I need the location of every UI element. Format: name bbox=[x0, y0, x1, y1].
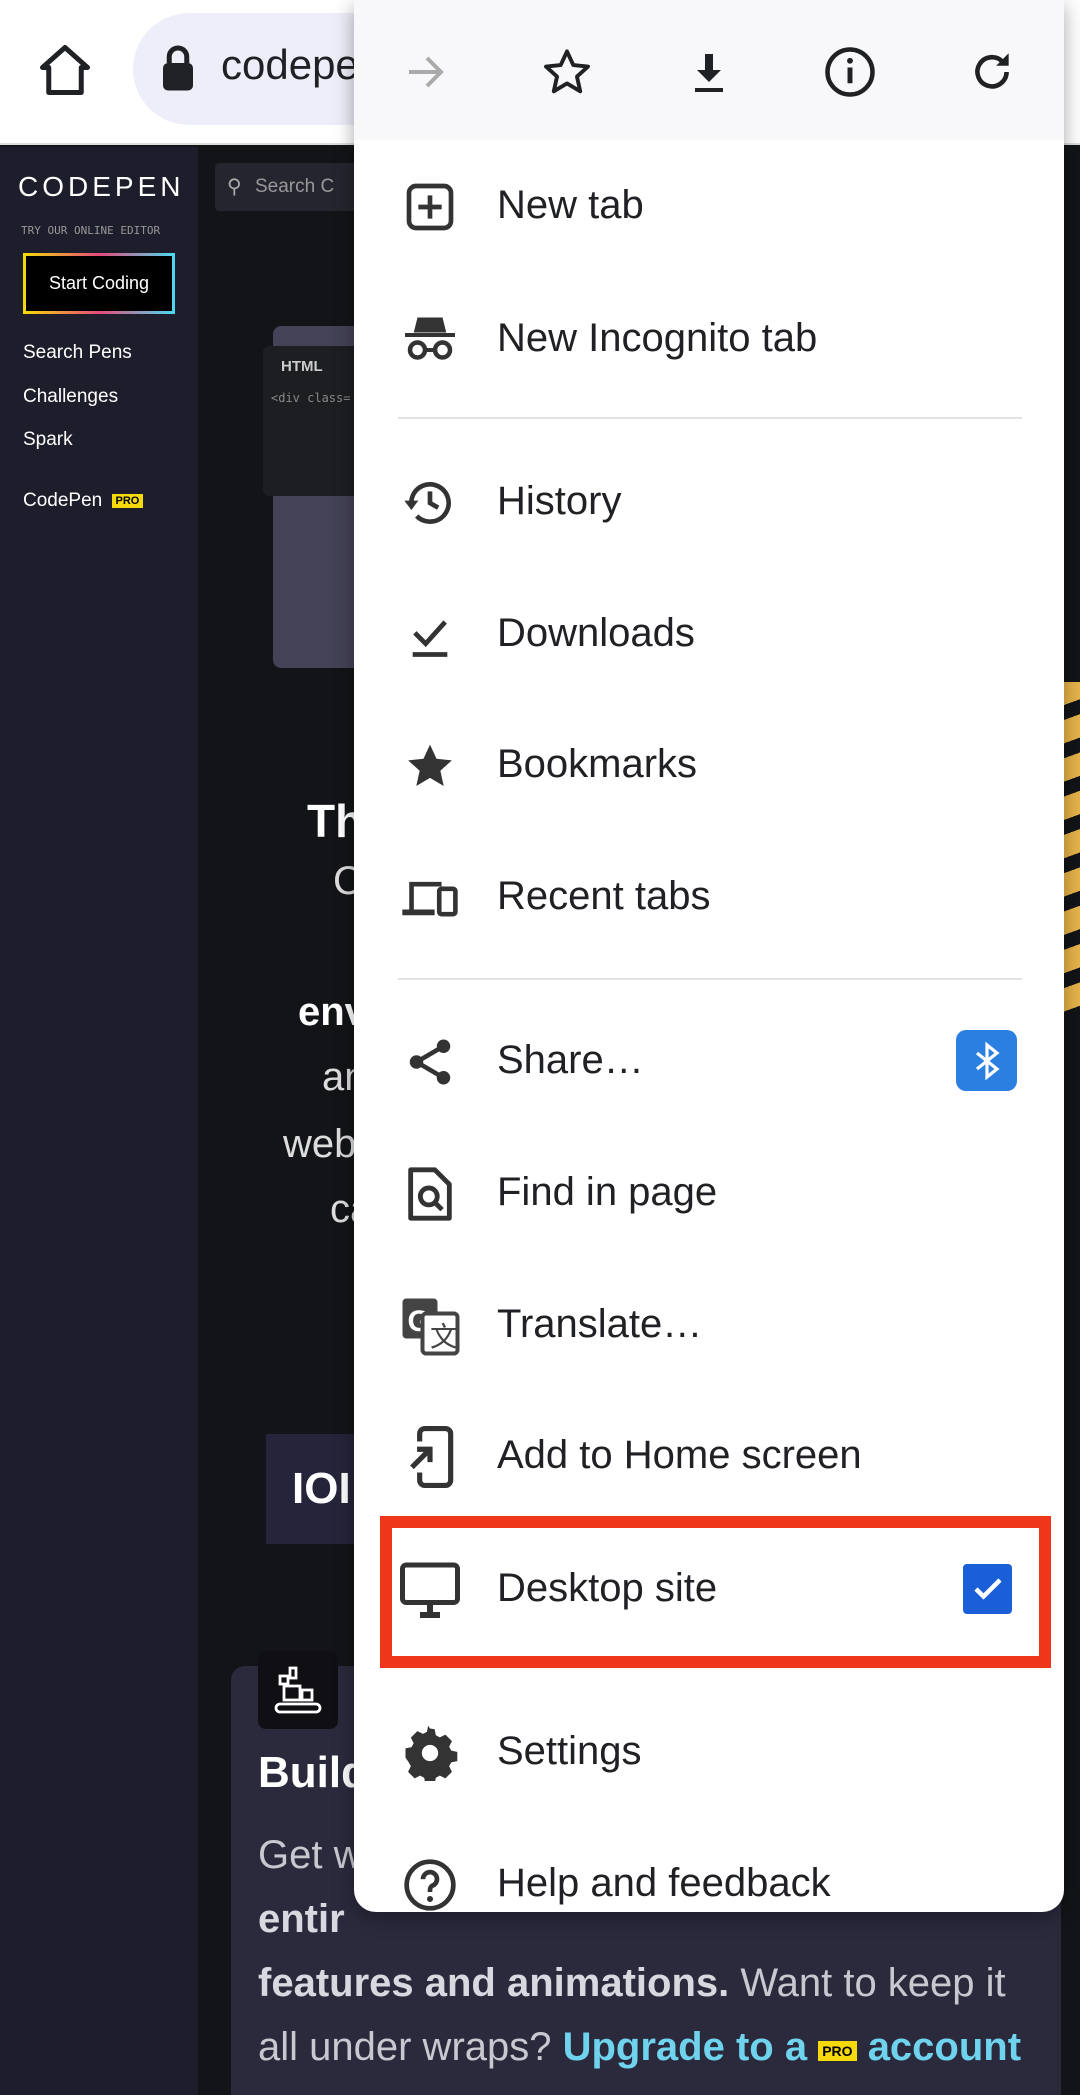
menu-item-new-incognito-tab[interactable]: New Incognito tab bbox=[354, 280, 1064, 400]
menu-toolbar bbox=[354, 0, 1064, 140]
decorative-stripes bbox=[1063, 682, 1080, 1016]
menu-item-label: Add to Home screen bbox=[497, 1433, 862, 1477]
help-icon bbox=[400, 1855, 460, 1912]
reload-icon[interactable] bbox=[962, 42, 1022, 102]
upgrade-link[interactable]: Upgrade to a bbox=[563, 2025, 807, 2069]
hero-text-4: web bbox=[283, 1122, 357, 1166]
card-line-2: entir bbox=[258, 1897, 345, 1941]
menu-item-downloads[interactable]: Downloads bbox=[354, 575, 1064, 695]
translate-icon: G文 bbox=[400, 1296, 460, 1356]
menu-item-share[interactable]: Share… bbox=[354, 1002, 1064, 1122]
highlight-box bbox=[380, 1516, 1051, 1668]
menu-item-label: Downloads bbox=[497, 611, 695, 655]
card-line-4: all under wraps? Upgrade to a PRO accoun… bbox=[258, 2025, 1021, 2070]
share-icon bbox=[400, 1032, 460, 1092]
card-line-3-bold: features and animations. bbox=[258, 1961, 730, 2005]
nav-codepen-pro[interactable]: CodePen PRO bbox=[23, 490, 144, 512]
url-text: codepe bbox=[221, 41, 359, 88]
pro-badge-inline: PRO bbox=[818, 2041, 857, 2061]
svg-text:文: 文 bbox=[430, 1321, 458, 1352]
card-line-1: Get w bbox=[258, 1833, 363, 1877]
home-icon[interactable] bbox=[35, 40, 95, 105]
new-tab-icon bbox=[400, 177, 460, 237]
incognito-icon bbox=[400, 310, 460, 370]
card-line-3: features and animations. Want to keep it bbox=[258, 1961, 1006, 2006]
codepen-sidebar: CODEPEN TRY OUR ONLINE EDITOR Start Codi… bbox=[0, 147, 198, 2095]
settings-icon bbox=[400, 1723, 460, 1783]
menu-item-label: Settings bbox=[497, 1729, 642, 1773]
star-icon[interactable] bbox=[537, 42, 597, 102]
tagline: TRY OUR ONLINE EDITOR bbox=[21, 224, 161, 237]
pro-link-label: CodePen bbox=[23, 490, 103, 511]
menu-item-label: Find in page bbox=[497, 1170, 718, 1214]
search-icon: ⚲ bbox=[227, 176, 242, 198]
menu-item-new-tab[interactable]: New tab bbox=[354, 147, 1064, 267]
bluetooth-share-icon[interactable] bbox=[956, 1030, 1017, 1091]
menu-item-label: History bbox=[497, 479, 622, 523]
menu-item-bookmarks[interactable]: Bookmarks bbox=[354, 706, 1064, 826]
menu-item-label: Recent tabs bbox=[497, 874, 711, 918]
search-placeholder: Search C bbox=[255, 176, 335, 197]
nav-challenges[interactable]: Challenges bbox=[23, 386, 118, 408]
menu-item-history[interactable]: History bbox=[354, 443, 1064, 563]
build-icon bbox=[258, 1651, 338, 1729]
menu-item-translate[interactable]: G文 Translate… bbox=[354, 1266, 1064, 1386]
account-link[interactable]: account bbox=[868, 2025, 1021, 2069]
recent-tabs-icon bbox=[400, 868, 460, 928]
start-coding-button[interactable]: Start Coding bbox=[23, 253, 175, 314]
downloads-icon bbox=[400, 605, 460, 665]
menu-item-label: Share… bbox=[497, 1038, 644, 1082]
menu-divider bbox=[398, 417, 1022, 419]
stat-text: IOI bbox=[292, 1464, 351, 1513]
menu-divider bbox=[398, 978, 1022, 980]
bookmarks-icon bbox=[400, 736, 460, 796]
info-icon[interactable] bbox=[820, 42, 880, 102]
menu-item-settings[interactable]: Settings bbox=[354, 1693, 1064, 1813]
history-icon bbox=[400, 473, 460, 533]
menu-item-recent-tabs[interactable]: Recent tabs bbox=[354, 838, 1064, 958]
forward-icon[interactable] bbox=[395, 42, 455, 102]
stat-box: IOI bbox=[266, 1434, 366, 1544]
editor-label: HTML bbox=[281, 358, 323, 375]
menu-item-label: New tab bbox=[497, 183, 644, 227]
menu-item-label: New Incognito tab bbox=[497, 316, 818, 360]
pro-badge: PRO bbox=[111, 494, 144, 508]
card-title: Build bbox=[258, 1748, 368, 1797]
menu-item-label: Bookmarks bbox=[497, 742, 698, 786]
nav-search-pens[interactable]: Search Pens bbox=[23, 342, 132, 364]
nav-spark[interactable]: Spark bbox=[23, 429, 73, 451]
menu-item-label: Help and feedback bbox=[497, 1861, 831, 1905]
card-line-3-rest: Want to keep it bbox=[729, 1961, 1006, 2005]
add-to-home-icon bbox=[400, 1426, 460, 1488]
menu-item-help-and-feedback[interactable]: Help and feedback bbox=[354, 1825, 1064, 1912]
lock-icon bbox=[158, 43, 198, 98]
menu-item-find-in-page[interactable]: Find in page bbox=[354, 1134, 1064, 1254]
download-icon[interactable] bbox=[679, 42, 739, 102]
editor-code: <div class= bbox=[271, 391, 351, 405]
browser-overflow-menu: New tab New Incognito tab History Downlo… bbox=[354, 0, 1064, 1912]
card-line-4-text: all under wraps? bbox=[258, 2025, 563, 2069]
menu-item-add-to-home-screen[interactable]: Add to Home screen bbox=[354, 1397, 1064, 1517]
codepen-logo[interactable]: CODEPEN bbox=[18, 171, 184, 203]
find-in-page-icon bbox=[400, 1164, 460, 1224]
menu-item-label: Translate… bbox=[497, 1302, 703, 1346]
